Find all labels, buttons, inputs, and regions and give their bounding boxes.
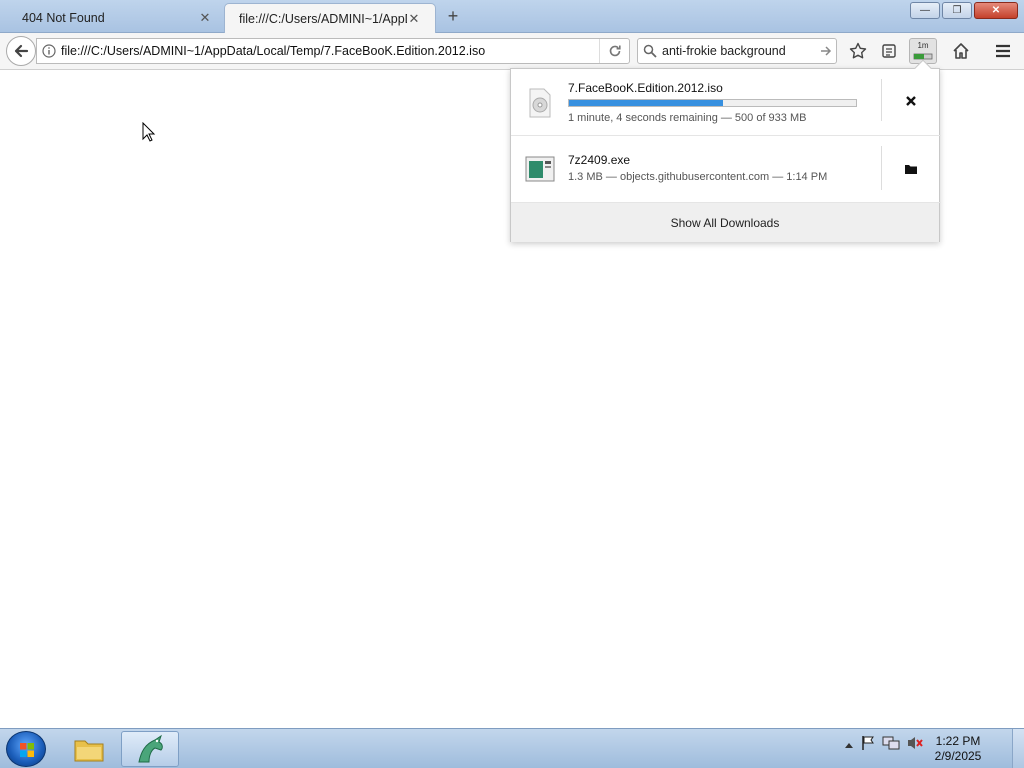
new-tab-button[interactable]: + [444,6,462,26]
back-button[interactable] [6,36,36,66]
home-icon[interactable] [947,38,975,64]
show-desktop-button[interactable] [1012,729,1024,768]
taskbar-clock[interactable]: 1:22 PM 2/9/2025 [928,734,988,764]
tab-404[interactable]: 404 Not Found ✕ [8,3,226,33]
download-filename: 7z2409.exe [568,153,631,167]
clock-time: 1:22 PM [935,734,981,748]
bookmark-star-icon[interactable] [844,38,872,64]
download-item[interactable]: 7.FaceBooK.Edition.2012.iso 1 minute, 4 … [511,69,941,136]
divider [881,146,882,190]
download-progress-fill [569,100,723,106]
maximize-button[interactable]: ❐ [942,2,972,19]
divider [881,79,882,121]
download-time-badge: 1m [917,41,929,50]
close-window-button[interactable]: ✕ [974,2,1018,19]
reading-list-icon[interactable] [875,38,903,64]
cancel-download-button[interactable] [897,87,925,115]
show-hidden-icons-icon[interactable] [844,738,854,752]
site-info-icon[interactable] [37,44,61,58]
tab-bar: 404 Not Found ✕ file:///C:/Users/ADMINI~… [0,0,1024,33]
folder-icon [905,165,917,174]
search-bar[interactable]: anti-frokie background [637,38,837,64]
search-icon [638,44,662,58]
search-go-icon[interactable] [816,45,836,57]
tab-close-icon[interactable]: ✕ [407,11,421,27]
reload-icon[interactable] [599,39,629,63]
download-status: 1.3 MB — objects.githubusercontent.com —… [568,171,828,183]
url-bar[interactable]: file:///C:/Users/ADMINI~1/AppData/Local/… [36,38,630,64]
tab-title: file:///C:/Users/ADMINI~1/AppD [239,11,407,26]
action-center-flag-icon[interactable] [860,735,876,754]
menu-icon[interactable] [989,38,1017,64]
windows-logo-icon [20,743,34,757]
download-progress-bar [568,99,857,107]
browser-icon [138,734,163,763]
tab-file[interactable]: file:///C:/Users/ADMINI~1/AppD ✕ [224,3,436,33]
mouse-cursor-icon [142,121,156,145]
system-tray [844,735,924,754]
close-icon [906,96,916,106]
exe-file-icon [525,154,555,184]
navigation-toolbar: file:///C:/Users/ADMINI~1/AppData/Local/… [0,33,1024,70]
disc-image-icon [525,88,555,118]
url-text[interactable]: file:///C:/Users/ADMINI~1/AppData/Local/… [61,44,599,58]
file-explorer-icon [74,740,104,762]
network-icon[interactable] [882,735,900,754]
open-folder-button[interactable] [897,155,925,183]
clock-date: 2/9/2025 [934,749,982,763]
download-status: 1 minute, 4 seconds remaining — 500 of 9… [568,112,807,124]
show-all-downloads-button[interactable]: Show All Downloads [511,203,939,242]
download-filename: 7.FaceBooK.Edition.2012.iso [568,81,723,95]
start-button[interactable] [6,731,46,767]
taskbar-browser[interactable] [121,731,179,767]
tab-title: 404 Not Found [22,11,105,25]
taskbar-file-explorer[interactable] [60,731,118,767]
volume-muted-icon[interactable] [906,735,924,754]
download-item[interactable]: 7z2409.exe 1.3 MB — objects.githubuserco… [511,136,941,203]
minimize-button[interactable]: — [910,2,940,19]
search-input[interactable]: anti-frokie background [662,44,816,58]
taskbar: 1:22 PM 2/9/2025 [0,728,1024,768]
window-controls: — ❐ ✕ [910,2,1018,19]
back-arrow-icon [14,44,29,58]
downloads-panel: 7.FaceBooK.Edition.2012.iso 1 minute, 4 … [510,59,941,242]
tab-close-icon[interactable]: ✕ [198,10,212,26]
